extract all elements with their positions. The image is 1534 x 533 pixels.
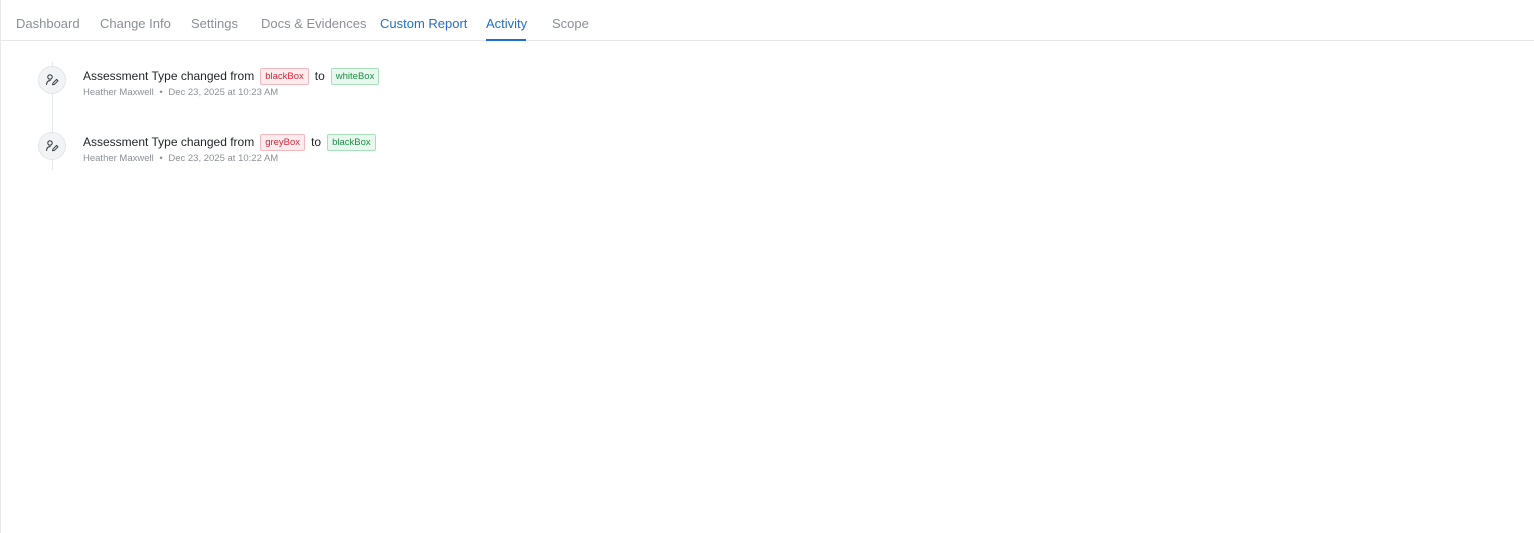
activity-text: Assessment Type changed from: [83, 69, 255, 83]
activity-description: Assessment Type changed from greyBox to …: [83, 133, 382, 151]
old-value-badge: greyBox: [260, 133, 306, 151]
activity-text: Assessment Type changed from: [83, 135, 255, 149]
activity-item: Assessment Type changed from blackBox to…: [1, 66, 1001, 116]
tab-docs-evidences[interactable]: Docs & Evidences: [261, 16, 367, 32]
tab-scope[interactable]: Scope: [552, 16, 589, 32]
activity-item: Assessment Type changed from greyBox to …: [1, 132, 1001, 182]
activity-timeline: Assessment Type changed from blackBox to…: [1, 42, 1534, 202]
activity-timestamp: Dec 23, 2025 at 10:23 AM: [168, 87, 279, 98]
activity-user: Heather Maxwell: [83, 87, 154, 98]
old-value-badge: blackBox: [260, 67, 309, 85]
new-value-badge: blackBox: [327, 133, 376, 151]
tab-settings[interactable]: Settings: [191, 16, 238, 32]
user-edit-icon: [38, 66, 66, 94]
activity-connector: to: [311, 135, 322, 149]
meta-separator: •: [159, 87, 163, 98]
activity-page: Dashboard Change Info Settings Docs & Ev…: [0, 0, 1534, 533]
tab-dashboard[interactable]: Dashboard: [16, 16, 80, 32]
new-value-badge: whiteBox: [330, 67, 380, 85]
tab-activity[interactable]: Activity: [486, 16, 527, 32]
tab-custom-report[interactable]: Custom Report: [380, 16, 467, 32]
activity-connector: to: [314, 69, 325, 83]
tab-change-info[interactable]: Change Info: [100, 16, 171, 32]
activity-meta: Heather Maxwell • Dec 23, 2025 at 10:23 …: [83, 87, 278, 99]
activity-user: Heather Maxwell: [83, 153, 154, 164]
activity-description: Assessment Type changed from blackBox to…: [83, 67, 385, 85]
activity-timestamp: Dec 23, 2025 at 10:22 AM: [168, 153, 279, 164]
user-edit-icon: [38, 132, 66, 160]
activity-meta: Heather Maxwell • Dec 23, 2025 at 10:22 …: [83, 153, 278, 165]
active-tab-indicator: [486, 39, 526, 41]
meta-separator: •: [159, 153, 163, 164]
tab-bar: Dashboard Change Info Settings Docs & Ev…: [1, 0, 1534, 41]
